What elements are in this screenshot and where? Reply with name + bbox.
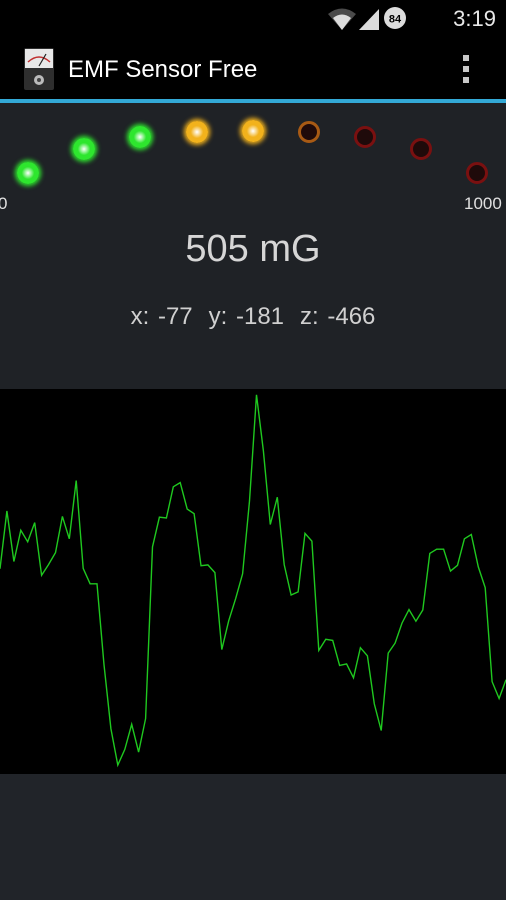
clock: 3:19 (453, 6, 496, 31)
battery-level: 84 (389, 14, 402, 26)
led-indicator-yellow (242, 120, 264, 142)
status-icons: 84 (328, 7, 406, 30)
led-indicator-green (129, 126, 151, 148)
bottom-area (0, 774, 506, 900)
emf-meter-icon[interactable] (24, 48, 54, 90)
led-indicator-red (466, 162, 488, 184)
field-strength-reading: 505 mG (185, 228, 321, 270)
led-indicator-red (354, 126, 376, 148)
x-axis-value: x: -77 (130, 303, 193, 330)
led-indicator-green (17, 162, 39, 184)
overflow-menu-icon[interactable] (450, 52, 482, 86)
scale-max-label: 1000 (464, 194, 502, 213)
led-indicator-yellow (186, 121, 208, 143)
scale-min-label: 0 (0, 194, 8, 213)
wifi-icon (328, 8, 356, 30)
signal-icon (359, 9, 379, 30)
action-bar: EMF Sensor Free (0, 38, 506, 99)
led-indicator-red (410, 138, 432, 160)
status-bar: 84 3:19 (0, 0, 506, 38)
graph-canvas (0, 394, 506, 768)
meter-panel: 0 1000 505 mG x: -77 y: -181 z: -466 (0, 103, 506, 389)
field-history-graph (0, 389, 506, 774)
graph-line (0, 394, 506, 768)
axis-readings: x: -77 y: -181 z: -466 (0, 303, 506, 331)
battery-icon: 84 (384, 7, 406, 29)
z-axis-value: z: -466 (300, 303, 376, 330)
led-indicator-green (73, 138, 95, 160)
app-title: EMF Sensor Free (68, 56, 258, 83)
y-axis-value: y: -181 (208, 303, 285, 330)
led-indicator-orange (298, 121, 320, 143)
